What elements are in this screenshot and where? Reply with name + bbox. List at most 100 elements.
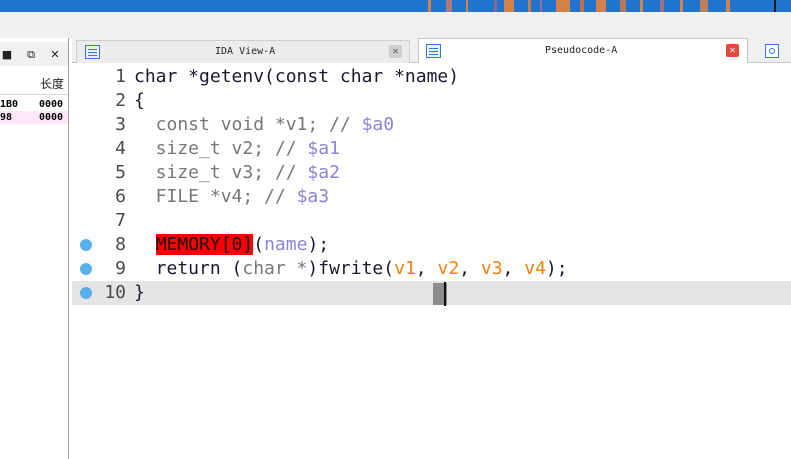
code-token: return (: [134, 258, 243, 279]
segment-length: 0000: [39, 112, 64, 123]
table-row[interactable]: 98 0000: [0, 111, 68, 124]
close-icon[interactable]: ✕: [48, 48, 62, 62]
nav-band-segment: [540, 0, 542, 12]
code-token: MEMORY[0]: [155, 234, 254, 255]
line-number: 1: [115, 66, 126, 87]
code-token: v3: [480, 258, 503, 279]
column-header-length: 长度: [40, 77, 65, 91]
code-text: }: [134, 281, 145, 305]
code-token: $a2: [307, 162, 340, 183]
nav-band-segment: [726, 0, 730, 12]
table-row[interactable]: 1B0 0000: [0, 98, 68, 111]
code-token: );: [307, 234, 330, 255]
nav-band-segment: [660, 0, 664, 12]
code-line[interactable]: 6 FILE *v4; // $a3: [72, 185, 791, 209]
code-token: $a0: [361, 114, 395, 135]
nav-band-marker: [774, 0, 776, 12]
code-token: (: [253, 234, 265, 255]
nav-band-segment: [446, 0, 452, 12]
segment-length: 0000: [39, 99, 64, 110]
nav-band-segment: [428, 0, 431, 12]
code-token: FILE *v4; //: [134, 186, 297, 207]
table-header: 长度: [0, 70, 68, 95]
pane-edge: ■: [1, 48, 13, 61]
code-token: );: [545, 258, 568, 279]
segment-address: 1B0: [0, 99, 19, 110]
segments-pane: ■ ⧉ ✕ 长度 1B0 0000 98 0000: [0, 38, 69, 459]
code-text: char *getenv(const char *name): [134, 65, 459, 89]
text-cursor: [444, 282, 446, 306]
line-number: 2: [115, 90, 126, 111]
code-line[interactable]: 8 MEMORY[0](name);: [72, 233, 791, 257]
code-text: MEMORY[0](name);: [134, 233, 329, 257]
tab-bar: IDA View-A ✕ Pseudocode-A ✕: [72, 38, 791, 64]
code-token: {: [134, 90, 145, 111]
code-token: v4: [524, 258, 546, 279]
code-line[interactable]: 10}: [72, 281, 791, 305]
code-token: ,: [459, 258, 481, 279]
nav-band-segment: [680, 0, 683, 12]
nav-band-segment: [640, 0, 643, 12]
nav-band-segment: [494, 0, 497, 12]
close-icon[interactable]: ✕: [389, 45, 402, 58]
restore-window-icon[interactable]: ⧉: [24, 48, 38, 62]
line-number: 9: [115, 258, 126, 279]
nav-band-segment: [700, 0, 708, 12]
line-number: 5: [115, 162, 126, 183]
code-token: $a3: [296, 186, 330, 207]
code-token: $a1: [307, 138, 340, 159]
code-text: {: [134, 89, 145, 113]
close-icon[interactable]: ✕: [726, 44, 739, 57]
code-line[interactable]: 3 const void *v1; // $a0: [72, 113, 791, 137]
line-number: 6: [115, 186, 126, 207]
nav-band-segment: [466, 0, 468, 12]
nav-band-segment: [504, 0, 514, 12]
nav-band-segment: [596, 0, 606, 12]
nav-band-segment: [556, 0, 570, 12]
code-token: ,: [502, 258, 525, 279]
tab-ida-view[interactable]: IDA View-A ✕: [76, 40, 410, 63]
code-line[interactable]: 7: [72, 209, 791, 233]
line-number: 4: [115, 138, 126, 159]
code-token: name: [264, 234, 308, 255]
code-token: const void *v1; //: [134, 114, 362, 135]
code-text: size_t v2; // $a1: [134, 137, 340, 161]
nav-band-segment: [528, 0, 531, 12]
code-line[interactable]: 4 size_t v2; // $a1: [72, 137, 791, 161]
code-line[interactable]: 5 size_t v3; // $a2: [72, 161, 791, 185]
line-number: 3: [115, 114, 126, 135]
code-token: )fwrite(: [307, 258, 395, 279]
code-line[interactable]: 1 char *getenv(const char *name): [72, 65, 791, 89]
toolbar-area: [0, 12, 791, 38]
pane-titlebar: ■ ⧉ ✕: [0, 42, 68, 66]
code-line[interactable]: 2{: [72, 89, 791, 113]
hex-view-icon: [765, 44, 779, 58]
code-token: size_t v2; //: [134, 138, 308, 159]
code-line[interactable]: 9 return (char *)fwrite(v1, v2, v3, v4);: [72, 257, 791, 281]
code-token: }: [134, 282, 145, 303]
code-text: size_t v3; // $a2: [134, 161, 340, 185]
pseudocode-editor[interactable]: 1 char *getenv(const char *name) 2{3 const…: [72, 63, 791, 459]
segment-address: 98: [0, 112, 13, 123]
code-text: FILE *v4; // $a3: [134, 185, 329, 209]
code-token: char *getenv(const char *name): [134, 66, 460, 87]
code-token: ,: [415, 258, 438, 279]
code-token: size_t v3; //: [134, 162, 308, 183]
disassembly-view-icon: [85, 45, 100, 59]
tab-hex-view[interactable]: [758, 40, 788, 62]
tab-label: IDA View-A: [215, 46, 276, 57]
code-token: v1: [394, 258, 416, 279]
line-number: 7: [115, 210, 126, 231]
code-token: char *: [242, 258, 308, 279]
line-number: 10: [104, 282, 126, 303]
code-text: const void *v1; // $a0: [134, 113, 394, 137]
code-token: v2: [437, 258, 460, 279]
nav-band-segment: [620, 0, 626, 12]
tab-label: Pseudocode-A: [545, 45, 618, 56]
line-number: 8: [115, 234, 126, 255]
navigation-band[interactable]: [0, 0, 791, 12]
pseudocode-view-icon: [426, 44, 441, 58]
code-text: return (char *)fwrite(v1, v2, v3, v4);: [134, 257, 568, 281]
tab-pseudocode[interactable]: Pseudocode-A ✕: [418, 38, 748, 64]
